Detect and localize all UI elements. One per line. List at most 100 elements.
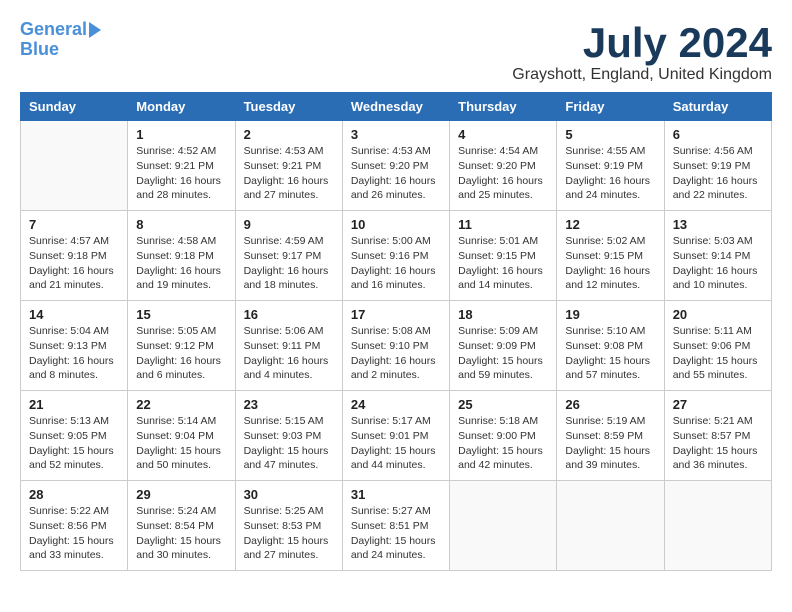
day-info: Sunrise: 5:06 AM Sunset: 9:11 PM Dayligh… xyxy=(244,324,334,383)
logo: General Blue xyxy=(20,20,101,60)
calendar-cell: 21 Sunrise: 5:13 AM Sunset: 9:05 PM Dayli… xyxy=(21,391,128,481)
day-number: 28 xyxy=(29,487,119,502)
calendar-cell: 11Sunrise: 5:01 AM Sunset: 9:15 PM Dayli… xyxy=(450,211,557,301)
calendar-cell: 23 Sunrise: 5:15 AM Sunset: 9:03 PM Dayli… xyxy=(235,391,342,481)
header-saturday: Saturday xyxy=(664,93,771,121)
day-number: 17 xyxy=(351,307,441,322)
calendar-cell xyxy=(664,481,771,571)
calendar-week-row: 1 Sunrise: 4:52 AM Sunset: 9:21 PM Daylig… xyxy=(21,121,772,211)
calendar-week-row: 7Sunrise: 4:57 AM Sunset: 9:18 PM Daylig… xyxy=(21,211,772,301)
day-number: 2 xyxy=(244,127,334,142)
day-number: 13 xyxy=(673,217,763,232)
day-info: Sunrise: 5:27 AM Sunset: 8:51 PM Dayligh… xyxy=(351,504,441,563)
day-number: 12 xyxy=(565,217,655,232)
day-number: 14 xyxy=(29,307,119,322)
day-number: 25 xyxy=(458,397,548,412)
day-number: 31 xyxy=(351,487,441,502)
day-info: Sunrise: 5:04 AM Sunset: 9:13 PM Dayligh… xyxy=(29,324,119,383)
calendar-cell: 24 Sunrise: 5:17 AM Sunset: 9:01 PM Dayli… xyxy=(342,391,449,481)
day-info: Sunrise: 4:59 AM Sunset: 9:17 PM Dayligh… xyxy=(244,234,334,293)
calendar-week-row: 21 Sunrise: 5:13 AM Sunset: 9:05 PM Dayli… xyxy=(21,391,772,481)
day-number: 27 xyxy=(673,397,763,412)
day-info: Sunrise: 5:22 AM Sunset: 8:56 PM Dayligh… xyxy=(29,504,119,563)
day-info: Sunrise: 4:58 AM Sunset: 9:18 PM Dayligh… xyxy=(136,234,226,293)
header-monday: Monday xyxy=(128,93,235,121)
day-info: Sunrise: 5:10 AM Sunset: 9:08 PM Dayligh… xyxy=(565,324,655,383)
day-info: Sunrise: 5:25 AM Sunset: 8:53 PM Dayligh… xyxy=(244,504,334,563)
calendar-cell: 12Sunrise: 5:02 AM Sunset: 9:15 PM Dayli… xyxy=(557,211,664,301)
day-info: Sunrise: 4:53 AM Sunset: 9:21 PM Dayligh… xyxy=(244,144,334,203)
logo-text: General xyxy=(20,20,101,40)
day-number: 18 xyxy=(458,307,548,322)
day-number: 26 xyxy=(565,397,655,412)
day-number: 21 xyxy=(29,397,119,412)
day-info: Sunrise: 5:13 AM Sunset: 9:05 PM Dayligh… xyxy=(29,414,119,473)
day-info: Sunrise: 5:05 AM Sunset: 9:12 PM Dayligh… xyxy=(136,324,226,383)
day-number: 6 xyxy=(673,127,763,142)
header-friday: Friday xyxy=(557,93,664,121)
calendar-cell: 2 Sunrise: 4:53 AM Sunset: 9:21 PM Daylig… xyxy=(235,121,342,211)
day-number: 9 xyxy=(244,217,334,232)
title-section: July 2024 Grayshott, England, United Kin… xyxy=(512,20,772,84)
calendar-cell: 14 Sunrise: 5:04 AM Sunset: 9:13 PM Dayli… xyxy=(21,301,128,391)
day-number: 29 xyxy=(136,487,226,502)
day-info: Sunrise: 5:19 AM Sunset: 8:59 PM Dayligh… xyxy=(565,414,655,473)
calendar-cell: 29 Sunrise: 5:24 AM Sunset: 8:54 PM Dayli… xyxy=(128,481,235,571)
day-info: Sunrise: 5:18 AM Sunset: 9:00 PM Dayligh… xyxy=(458,414,548,473)
header-tuesday: Tuesday xyxy=(235,93,342,121)
day-info: Sunrise: 4:56 AM Sunset: 9:19 PM Dayligh… xyxy=(673,144,763,203)
day-number: 16 xyxy=(244,307,334,322)
calendar-cell: 13 Sunrise: 5:03 AM Sunset: 9:14 PM Dayli… xyxy=(664,211,771,301)
day-info: Sunrise: 5:14 AM Sunset: 9:04 PM Dayligh… xyxy=(136,414,226,473)
calendar-cell: 1 Sunrise: 4:52 AM Sunset: 9:21 PM Daylig… xyxy=(128,121,235,211)
day-info: Sunrise: 5:11 AM Sunset: 9:06 PM Dayligh… xyxy=(673,324,763,383)
header-sunday: Sunday xyxy=(21,93,128,121)
calendar-cell: 15 Sunrise: 5:05 AM Sunset: 9:12 PM Dayli… xyxy=(128,301,235,391)
day-number: 8 xyxy=(136,217,226,232)
day-info: Sunrise: 4:53 AM Sunset: 9:20 PM Dayligh… xyxy=(351,144,441,203)
calendar-cell: 7Sunrise: 4:57 AM Sunset: 9:18 PM Daylig… xyxy=(21,211,128,301)
calendar-cell: 27 Sunrise: 5:21 AM Sunset: 8:57 PM Dayli… xyxy=(664,391,771,481)
calendar-cell: 31 Sunrise: 5:27 AM Sunset: 8:51 PM Dayli… xyxy=(342,481,449,571)
day-info: Sunrise: 4:55 AM Sunset: 9:19 PM Dayligh… xyxy=(565,144,655,203)
page-header: General Blue July 2024 Grayshott, Englan… xyxy=(20,20,772,84)
day-number: 5 xyxy=(565,127,655,142)
calendar-cell: 3 Sunrise: 4:53 AM Sunset: 9:20 PM Daylig… xyxy=(342,121,449,211)
calendar-header-row: Sunday Monday Tuesday Wednesday Thursday… xyxy=(21,93,772,121)
day-number: 1 xyxy=(136,127,226,142)
day-info: Sunrise: 5:24 AM Sunset: 8:54 PM Dayligh… xyxy=(136,504,226,563)
day-info: Sunrise: 5:08 AM Sunset: 9:10 PM Dayligh… xyxy=(351,324,441,383)
day-info: Sunrise: 4:52 AM Sunset: 9:21 PM Dayligh… xyxy=(136,144,226,203)
day-number: 23 xyxy=(244,397,334,412)
day-info: Sunrise: 5:15 AM Sunset: 9:03 PM Dayligh… xyxy=(244,414,334,473)
day-number: 3 xyxy=(351,127,441,142)
day-number: 24 xyxy=(351,397,441,412)
calendar-cell: 20 Sunrise: 5:11 AM Sunset: 9:06 PM Dayli… xyxy=(664,301,771,391)
logo-blue: Blue xyxy=(20,40,59,60)
day-number: 15 xyxy=(136,307,226,322)
day-number: 7 xyxy=(29,217,119,232)
calendar-cell xyxy=(557,481,664,571)
calendar-cell: 10Sunrise: 5:00 AM Sunset: 9:16 PM Dayli… xyxy=(342,211,449,301)
day-info: Sunrise: 5:17 AM Sunset: 9:01 PM Dayligh… xyxy=(351,414,441,473)
calendar-cell: 17 Sunrise: 5:08 AM Sunset: 9:10 PM Dayli… xyxy=(342,301,449,391)
day-info: Sunrise: 5:21 AM Sunset: 8:57 PM Dayligh… xyxy=(673,414,763,473)
day-number: 20 xyxy=(673,307,763,322)
calendar-cell: 6 Sunrise: 4:56 AM Sunset: 9:19 PM Daylig… xyxy=(664,121,771,211)
day-number: 19 xyxy=(565,307,655,322)
calendar-cell: 5 Sunrise: 4:55 AM Sunset: 9:19 PM Daylig… xyxy=(557,121,664,211)
month-year-title: July 2024 xyxy=(512,20,772,66)
calendar-cell: 25 Sunrise: 5:18 AM Sunset: 9:00 PM Dayli… xyxy=(450,391,557,481)
calendar-cell: 8 Sunrise: 4:58 AM Sunset: 9:18 PM Daylig… xyxy=(128,211,235,301)
header-thursday: Thursday xyxy=(450,93,557,121)
day-info: Sunrise: 5:03 AM Sunset: 9:14 PM Dayligh… xyxy=(673,234,763,293)
day-number: 30 xyxy=(244,487,334,502)
day-number: 11 xyxy=(458,217,548,232)
calendar-cell: 22Sunrise: 5:14 AM Sunset: 9:04 PM Dayli… xyxy=(128,391,235,481)
calendar-cell: 16 Sunrise: 5:06 AM Sunset: 9:11 PM Dayli… xyxy=(235,301,342,391)
calendar-week-row: 14 Sunrise: 5:04 AM Sunset: 9:13 PM Dayli… xyxy=(21,301,772,391)
calendar-cell: 9 Sunrise: 4:59 AM Sunset: 9:17 PM Daylig… xyxy=(235,211,342,301)
calendar-cell: 18Sunrise: 5:09 AM Sunset: 9:09 PM Dayli… xyxy=(450,301,557,391)
day-number: 4 xyxy=(458,127,548,142)
header-wednesday: Wednesday xyxy=(342,93,449,121)
